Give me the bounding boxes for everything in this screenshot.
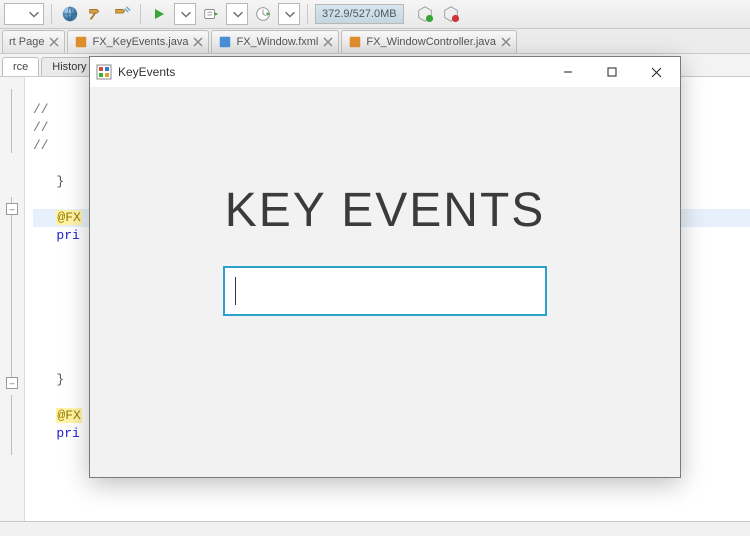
play-icon xyxy=(152,7,166,21)
horizontal-scrollbar[interactable] xyxy=(0,521,750,536)
tab-label: FX_WindowController.java xyxy=(366,36,496,48)
window-close-button[interactable] xyxy=(634,57,678,87)
java-file-icon xyxy=(348,35,362,49)
profile-button[interactable] xyxy=(252,3,274,25)
java-file-icon xyxy=(74,35,88,49)
code-annotation: @FX xyxy=(56,408,81,423)
heading-label: KEY EVENTS xyxy=(225,183,546,238)
tab-keyevents-java[interactable]: FX_KeyEvents.java xyxy=(67,30,209,53)
hammer-icon xyxy=(87,5,105,23)
tab-window-fxml[interactable]: FX_Window.fxml xyxy=(211,30,339,53)
hammer-button[interactable] xyxy=(85,3,107,25)
cube-red-icon xyxy=(442,5,460,23)
code-keyword: pri xyxy=(56,228,79,243)
subtab-source[interactable]: rce xyxy=(2,57,39,76)
memory-indicator[interactable]: 372.9/527.0MB xyxy=(315,4,404,24)
memory-text: 372.9/527.0MB xyxy=(322,8,397,20)
editor-tabs: rt Page FX_KeyEvents.java FX_Window.fxml… xyxy=(0,29,750,54)
clean-build-button[interactable] xyxy=(111,3,133,25)
toolbar-separator xyxy=(140,4,141,24)
chevron-down-icon xyxy=(283,7,297,21)
code-keyword: pri xyxy=(56,426,79,441)
profile-dropdown[interactable] xyxy=(278,3,300,25)
main-toolbar: 372.9/527.0MB xyxy=(0,0,750,29)
fxml-file-icon xyxy=(218,35,232,49)
code-line: // xyxy=(33,102,49,117)
run-button[interactable] xyxy=(148,3,170,25)
code-line: // xyxy=(33,138,49,153)
tab-start-page[interactable]: rt Page xyxy=(2,30,65,53)
fold-toggle[interactable]: – xyxy=(6,203,18,215)
close-icon[interactable] xyxy=(48,36,60,48)
debug-icon xyxy=(202,5,220,23)
window-maximize-button[interactable] xyxy=(590,57,634,87)
java-app-icon xyxy=(96,64,112,80)
toolbar-separator xyxy=(307,4,308,24)
minimize-icon xyxy=(563,67,573,77)
window-minimize-button[interactable] xyxy=(546,57,590,87)
toolbar-separator xyxy=(51,4,52,24)
editor-gutter: – – xyxy=(0,77,25,521)
globe-icon xyxy=(61,5,79,23)
cube-green-button[interactable] xyxy=(414,3,436,25)
clock-icon xyxy=(254,5,272,23)
cube-green-icon xyxy=(416,5,434,23)
window-title: KeyEvents xyxy=(118,65,175,79)
chevron-down-icon xyxy=(231,7,245,21)
code-line: } xyxy=(56,174,64,189)
debug-button[interactable] xyxy=(200,3,222,25)
subtab-label: rce xyxy=(13,61,28,73)
caret-icon xyxy=(235,277,236,305)
maximize-icon xyxy=(607,67,617,77)
chevron-down-icon xyxy=(27,7,41,21)
close-icon xyxy=(651,67,662,78)
close-icon[interactable] xyxy=(322,36,334,48)
cube-red-button[interactable] xyxy=(440,3,462,25)
window-body: KEY EVENTS xyxy=(90,87,680,477)
broom-hammer-icon xyxy=(113,5,131,23)
chevron-down-icon xyxy=(179,7,193,21)
tab-label: FX_KeyEvents.java xyxy=(92,36,188,48)
code-annotation: @FX xyxy=(56,210,81,225)
keyevents-window: KeyEvents KEY EVENTS xyxy=(89,56,681,478)
subtab-label: History xyxy=(52,61,86,73)
config-dropdown[interactable] xyxy=(4,3,44,25)
code-line: } xyxy=(56,372,64,387)
run-dropdown[interactable] xyxy=(174,3,196,25)
code-line: // xyxy=(33,120,49,135)
globe-button[interactable] xyxy=(59,3,81,25)
tab-label: FX_Window.fxml xyxy=(236,36,318,48)
close-icon[interactable] xyxy=(192,36,204,48)
fold-toggle[interactable]: – xyxy=(6,377,18,389)
tab-window-controller[interactable]: FX_WindowController.java xyxy=(341,30,517,53)
debug-dropdown[interactable] xyxy=(226,3,248,25)
window-titlebar[interactable]: KeyEvents xyxy=(90,57,680,87)
close-icon[interactable] xyxy=(500,36,512,48)
tab-label: rt Page xyxy=(9,36,44,48)
text-input[interactable] xyxy=(223,266,547,316)
